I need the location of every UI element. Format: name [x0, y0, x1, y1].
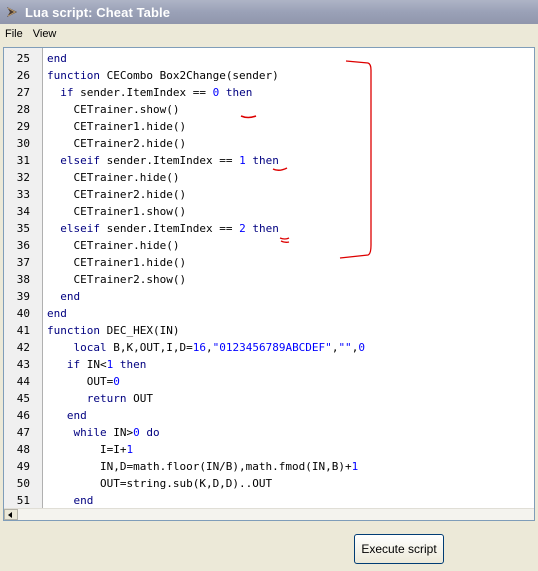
code-line[interactable]: end [47, 407, 87, 424]
code-line[interactable]: CETrainer1.hide() [47, 118, 186, 135]
line-number: 41 [16, 324, 30, 337]
code-line[interactable]: OUT=string.sub(K,D,D)..OUT [47, 475, 272, 492]
horizontal-scrollbar[interactable] [4, 508, 534, 520]
line-number: 49 [16, 460, 30, 473]
menu-view[interactable]: View [28, 25, 62, 43]
line-number: 38 [16, 273, 30, 286]
code-line[interactable]: while IN>0 do [47, 424, 160, 441]
code-line[interactable]: CETrainer1.hide() [47, 254, 186, 271]
line-number: 46 [16, 409, 30, 422]
line-number: 45 [16, 392, 30, 405]
menu-file[interactable]: File [0, 25, 28, 43]
line-number: 36 [16, 239, 30, 252]
code-line[interactable]: CETrainer1.show() [47, 203, 186, 220]
line-number: 50 [16, 477, 30, 490]
cheat-engine-icon [4, 4, 20, 20]
code-line[interactable]: end [47, 305, 67, 322]
line-number: 25 [16, 52, 30, 65]
code-line[interactable]: end [47, 492, 94, 509]
line-number: 42 [16, 341, 30, 354]
line-number: 32 [16, 171, 30, 184]
line-number: 26 [16, 69, 30, 82]
code-line[interactable]: end [47, 288, 80, 305]
code-line[interactable]: CETrainer.hide() [47, 169, 179, 186]
code-line[interactable]: CETrainer.hide() [47, 237, 179, 254]
line-number-gutter: 25 26 27 28 29 30 31 32 33 34 35 36 37 38 39 40 41 42 43 44… [4, 48, 43, 520]
code-line[interactable]: OUT=0 [47, 373, 120, 390]
code-line[interactable]: local B,K,OUT,I,D=16,"0123456789ABCDEF",… [47, 339, 365, 356]
code-line[interactable]: CETrainer2.show() [47, 271, 186, 288]
execute-script-button[interactable]: Execute script [354, 534, 444, 564]
code-line[interactable]: function DEC_HEX(IN) [47, 322, 179, 339]
code-area[interactable]: end function CECombo Box2Change(sender) i… [43, 48, 534, 508]
code-line[interactable]: elseif sender.ItemIndex == 1 then [47, 152, 279, 169]
window-title: Lua script: Cheat Table [25, 4, 171, 20]
line-number: 34 [16, 205, 30, 218]
line-number: 33 [16, 188, 30, 201]
code-line[interactable]: CETrainer2.hide() [47, 135, 186, 152]
code-line[interactable]: CETrainer.show() [47, 101, 179, 118]
code-line[interactable]: elseif sender.ItemIndex == 2 then [47, 220, 279, 237]
line-number: 28 [16, 103, 30, 116]
code-line[interactable]: IN,D=math.floor(IN/B),math.fmod(IN,B)+1 [47, 458, 358, 475]
script-editor[interactable]: 25 26 27 28 29 30 31 32 33 34 35 36 37 38 39 40 41 42 43 44… [3, 47, 535, 521]
title-bar: Lua script: Cheat Table [0, 0, 538, 24]
code-line[interactable]: end [47, 50, 67, 67]
line-number: 44 [16, 375, 30, 388]
code-line[interactable]: return OUT [47, 390, 153, 407]
line-number: 48 [16, 443, 30, 456]
code-line[interactable]: if sender.ItemIndex == 0 then [47, 84, 252, 101]
line-number: 47 [16, 426, 30, 439]
scroll-left-arrow-icon[interactable] [4, 509, 18, 520]
code-line[interactable]: CETrainer2.hide() [47, 186, 186, 203]
line-number: 39 [16, 290, 30, 303]
line-number: 43 [16, 358, 30, 371]
menu-bar: File View [0, 24, 538, 44]
line-number: 51 [16, 494, 30, 507]
line-number: 40 [16, 307, 30, 320]
code-line[interactable]: if IN<1 then [47, 356, 147, 373]
line-number: 37 [16, 256, 30, 269]
line-number: 35 [16, 222, 30, 235]
code-line[interactable]: function CECombo Box2Change(sender) [47, 67, 279, 84]
line-number: 27 [16, 86, 30, 99]
line-number: 30 [16, 137, 30, 150]
line-number: 31 [16, 154, 30, 167]
line-number: 29 [16, 120, 30, 133]
code-line[interactable]: I=I+1 [47, 441, 133, 458]
